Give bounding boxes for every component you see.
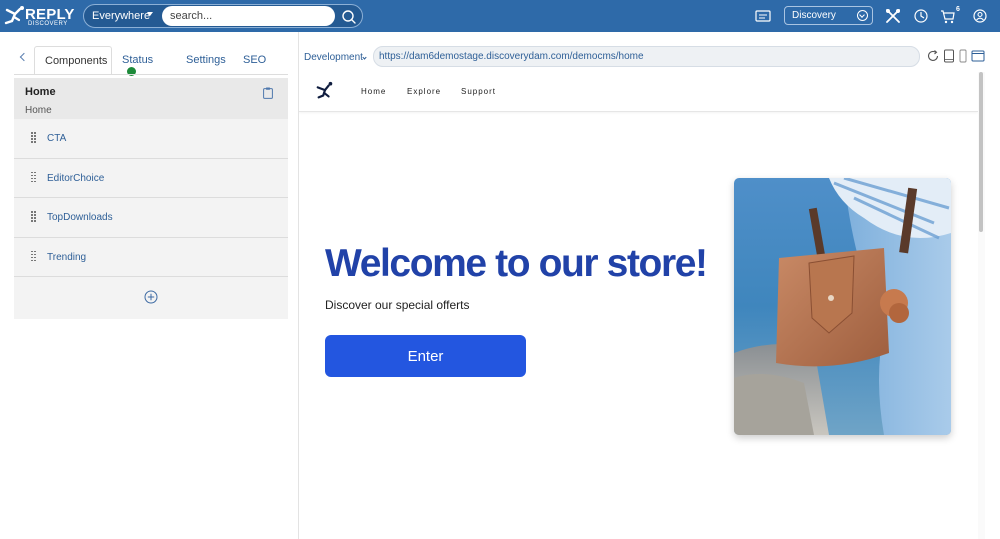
catalog-icon[interactable] — [754, 7, 772, 25]
preview-url-bar: Development https://dam6demostage.discov… — [299, 44, 1000, 70]
handbag-photo — [734, 178, 951, 435]
global-search: Everywhere — [83, 4, 363, 28]
drag-handle-icon[interactable] — [31, 211, 36, 222]
tab-components-label: Components — [45, 55, 108, 67]
page-header: Home Home — [14, 78, 288, 119]
add-component-row — [14, 277, 288, 319]
clipboard-icon[interactable] — [263, 87, 273, 99]
list-item[interactable]: Trending — [14, 237, 288, 277]
component-label[interactable]: CTA — [47, 133, 66, 144]
top-bar: REPLY DISCOVERY Everywhere Discovery 6 — [0, 0, 1000, 32]
site-logo-icon[interactable] — [315, 81, 335, 101]
cart-icon[interactable] — [939, 7, 957, 25]
environment-dropdown[interactable]: Development — [304, 52, 363, 63]
desktop-view-icon[interactable] — [971, 49, 985, 63]
page-preview: Home Explore Support Welcome to our stor… — [299, 72, 978, 539]
chevron-down-icon[interactable] — [362, 55, 367, 60]
tab-components[interactable]: Components — [34, 46, 112, 75]
site-nav-home[interactable]: Home — [361, 87, 386, 96]
page-subtitle: Home — [25, 105, 52, 116]
drag-handle-icon[interactable] — [31, 250, 36, 262]
site-navbar: Home Explore Support — [299, 72, 978, 112]
tab-seo[interactable]: SEO — [243, 46, 266, 75]
editor-left-panel: Components Status Settings SEO Home Home… — [0, 32, 299, 539]
tabs-divider — [14, 74, 288, 75]
enter-button[interactable]: Enter — [325, 335, 526, 377]
tab-seo-label: SEO — [243, 54, 267, 66]
user-icon[interactable] — [971, 7, 989, 25]
reply-discovery-logo[interactable]: REPLY DISCOVERY — [4, 4, 74, 28]
preview-url: https://dam6demostage.discoverydam.com/d… — [379, 51, 644, 62]
page-title: Home — [25, 86, 56, 98]
refresh-icon[interactable] — [926, 49, 940, 63]
runner-logo-icon — [4, 6, 24, 25]
tools-icon[interactable] — [884, 7, 902, 25]
add-component-icon[interactable] — [144, 290, 158, 304]
search-scope-dropdown[interactable]: Everywhere — [92, 10, 150, 22]
hero-title: Welcome to our store! — [325, 242, 708, 285]
caret-down-icon[interactable] — [147, 12, 153, 16]
drag-handle-icon[interactable] — [31, 132, 36, 143]
list-item[interactable]: CTA — [14, 119, 288, 159]
list-item[interactable]: EditorChoice — [14, 158, 288, 198]
component-list: Home Home CTA EditorChoice TopDownloads … — [14, 78, 288, 319]
search-input[interactable] — [162, 6, 335, 26]
tab-settings[interactable]: Settings — [186, 46, 226, 75]
preview-url-field[interactable]: https://dam6demostage.discoverydam.com/d… — [373, 46, 920, 67]
tablet-view-icon[interactable] — [942, 49, 956, 63]
hero-subtitle: Discover our special offerts — [325, 298, 470, 312]
catalog-select-value: Discovery — [792, 10, 836, 21]
component-label[interactable]: TopDownloads — [47, 212, 113, 223]
cart-count-badge: 6 — [956, 6, 960, 13]
component-label[interactable]: Trending — [47, 252, 86, 263]
tab-settings-label: Settings — [186, 54, 226, 66]
chevron-down-icon — [857, 10, 868, 21]
tab-status-label: Status — [122, 54, 154, 66]
catalog-select[interactable]: Discovery — [784, 6, 873, 25]
site-nav-explore[interactable]: Explore — [407, 87, 441, 96]
tab-status[interactable]: Status — [122, 46, 154, 76]
list-item[interactable]: TopDownloads — [14, 198, 288, 238]
logo-subtext: DISCOVERY — [28, 21, 68, 27]
drag-handle-icon[interactable] — [31, 171, 36, 183]
preview-scrollbar-thumb[interactable] — [979, 72, 983, 232]
site-nav-support[interactable]: Support — [461, 87, 496, 96]
history-icon[interactable] — [912, 7, 930, 25]
search-icon[interactable] — [339, 7, 359, 27]
hero-image — [734, 178, 951, 435]
mobile-view-icon[interactable] — [956, 49, 970, 63]
chevron-left-icon[interactable] — [19, 52, 29, 62]
component-label[interactable]: EditorChoice — [47, 173, 104, 184]
